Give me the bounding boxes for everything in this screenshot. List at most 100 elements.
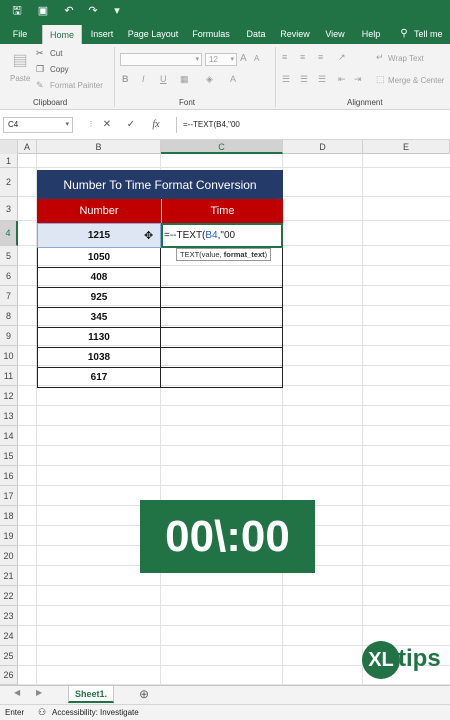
paste-icon[interactable]: ▤ (12, 50, 28, 70)
fill-color-icon[interactable]: ◈ (206, 74, 213, 85)
font-name-combo[interactable]: ▾ (120, 53, 202, 66)
decrease-indent-icon[interactable]: ⇤ (338, 74, 346, 85)
column-header-d[interactable]: D (283, 140, 363, 154)
column-header-b[interactable]: B (37, 140, 161, 154)
paste-button[interactable]: Paste (10, 74, 30, 83)
name-box[interactable]: C4 ▾ (3, 117, 73, 133)
header-number[interactable]: Number (37, 199, 161, 223)
column-header-e[interactable]: E (363, 140, 450, 154)
column-header-a[interactable]: A (18, 140, 37, 154)
row-header-9[interactable]: 9 (0, 326, 18, 346)
time-cell[interactable] (161, 268, 283, 288)
row-header-1[interactable]: 1 (0, 154, 18, 168)
tab-view[interactable]: View (318, 24, 352, 44)
undo-icon[interactable]: ↶ (62, 5, 76, 18)
format-painter-icon[interactable]: ✎ (36, 80, 44, 91)
font-color-icon[interactable]: A (230, 74, 236, 84)
row-header-24[interactable]: 24 (0, 626, 18, 646)
copy-button[interactable]: Copy (50, 65, 69, 74)
font-size-combo[interactable]: 12 ▾ (205, 53, 237, 66)
bold-button[interactable]: B (122, 74, 129, 84)
borders-icon[interactable]: ▦ (180, 74, 189, 85)
tab-help[interactable]: Help (356, 24, 386, 44)
row-header-10[interactable]: 10 (0, 346, 18, 366)
row-header-17[interactable]: 17 (0, 486, 18, 506)
time-cell[interactable] (161, 328, 283, 348)
accessibility-status[interactable]: Accessibility: Investigate (52, 705, 139, 720)
customize-icon[interactable]: ▾ (110, 5, 124, 18)
table-title[interactable]: Number To Time Format Conversion (37, 170, 283, 199)
merge-center-button[interactable]: Merge & Center (388, 76, 444, 85)
insert-function-button[interactable]: fx (147, 117, 165, 133)
row-header-19[interactable]: 19 (0, 526, 18, 546)
row-header-5[interactable]: 5 (0, 246, 18, 266)
cut-icon[interactable]: ✂ (36, 48, 44, 59)
wrap-text-button[interactable]: Wrap Text (388, 54, 424, 63)
save-icon[interactable]: 🖫 (10, 5, 24, 18)
row-header-18[interactable]: 18 (0, 506, 18, 526)
row-header-11[interactable]: 11 (0, 366, 18, 386)
row-header-13[interactable]: 13 (0, 406, 18, 426)
time-cell[interactable] (161, 348, 283, 368)
row-header-26[interactable]: 26 (0, 666, 18, 685)
row-header-23[interactable]: 23 (0, 606, 18, 626)
row-header-7[interactable]: 7 (0, 286, 18, 306)
time-cell[interactable] (161, 248, 283, 268)
cut-button[interactable]: Cut (50, 49, 62, 58)
row-header-8[interactable]: 8 (0, 306, 18, 326)
sheet-tab-sheet1[interactable]: Sheet1. (68, 686, 114, 703)
shrink-font-icon[interactable]: A (254, 54, 259, 63)
number-cell[interactable]: 1050 (37, 248, 161, 268)
number-cell[interactable]: 408 (37, 268, 161, 288)
row-header-16[interactable]: 16 (0, 466, 18, 486)
row-header-2[interactable]: 2 (0, 168, 18, 197)
row-header-22[interactable]: 22 (0, 586, 18, 606)
row-header-20[interactable]: 20 (0, 546, 18, 566)
time-cell[interactable] (161, 308, 283, 328)
number-cell[interactable]: 345 (37, 308, 161, 328)
align-center-icon[interactable]: ☰ (300, 74, 308, 85)
row-header-12[interactable]: 12 (0, 386, 18, 406)
increase-indent-icon[interactable]: ⇥ (354, 74, 362, 85)
align-left-icon[interactable]: ☰ (282, 74, 290, 85)
column-header-c[interactable]: C (161, 140, 283, 154)
row-header-3[interactable]: 3 (0, 197, 18, 221)
cancel-icon[interactable]: ✕ (98, 117, 116, 133)
format-painter-button[interactable]: Format Painter (50, 81, 103, 90)
number-cell[interactable]: 1038 (37, 348, 161, 368)
row-header-15[interactable]: 15 (0, 446, 18, 466)
number-cell-b4[interactable]: 1215 ✥ (37, 223, 161, 248)
tab-formulas[interactable]: Formulas (188, 24, 234, 44)
time-cell[interactable] (161, 368, 283, 388)
formula-input[interactable]: =--TEXT(B4,"00 (176, 117, 450, 133)
tab-data[interactable]: Data (238, 24, 274, 44)
scroll-left-icon[interactable]: ◀ (14, 688, 20, 697)
row-header-14[interactable]: 14 (0, 426, 18, 446)
align-right-icon[interactable]: ☰ (318, 74, 326, 85)
tab-insert[interactable]: Insert (84, 24, 120, 44)
select-all-button[interactable] (0, 140, 18, 154)
align-middle-icon[interactable]: ≡ (300, 52, 305, 62)
row-header-25[interactable]: 25 (0, 646, 18, 666)
grow-font-icon[interactable]: A (240, 53, 247, 64)
row-header-21[interactable]: 21 (0, 566, 18, 586)
copy-icon[interactable]: ❐ (36, 64, 44, 75)
row-header-4[interactable]: 4 (0, 221, 18, 246)
scroll-right-icon[interactable]: ▶ (36, 688, 42, 697)
orientation-icon[interactable]: ↗ (338, 52, 346, 63)
chevron-down-icon[interactable]: ▾ (65, 118, 69, 132)
header-time[interactable]: Time (161, 199, 283, 223)
autosave-icon[interactable]: ▣ (36, 5, 50, 18)
italic-button[interactable]: I (142, 74, 145, 84)
merge-center-icon[interactable]: ⬚ (376, 74, 385, 85)
align-bottom-icon[interactable]: ≡ (318, 52, 323, 62)
align-top-icon[interactable]: ≡ (282, 52, 287, 62)
row-header-6[interactable]: 6 (0, 266, 18, 286)
number-cell[interactable]: 925 (37, 288, 161, 308)
editing-cell-c4[interactable]: =--TEXT(B4 ,"00 (161, 223, 283, 248)
wrap-text-icon[interactable]: ↵ (376, 52, 384, 63)
number-cell[interactable]: 617 (37, 368, 161, 388)
tab-file[interactable]: File (4, 24, 36, 44)
time-cell[interactable] (161, 288, 283, 308)
tab-review[interactable]: Review (276, 24, 314, 44)
